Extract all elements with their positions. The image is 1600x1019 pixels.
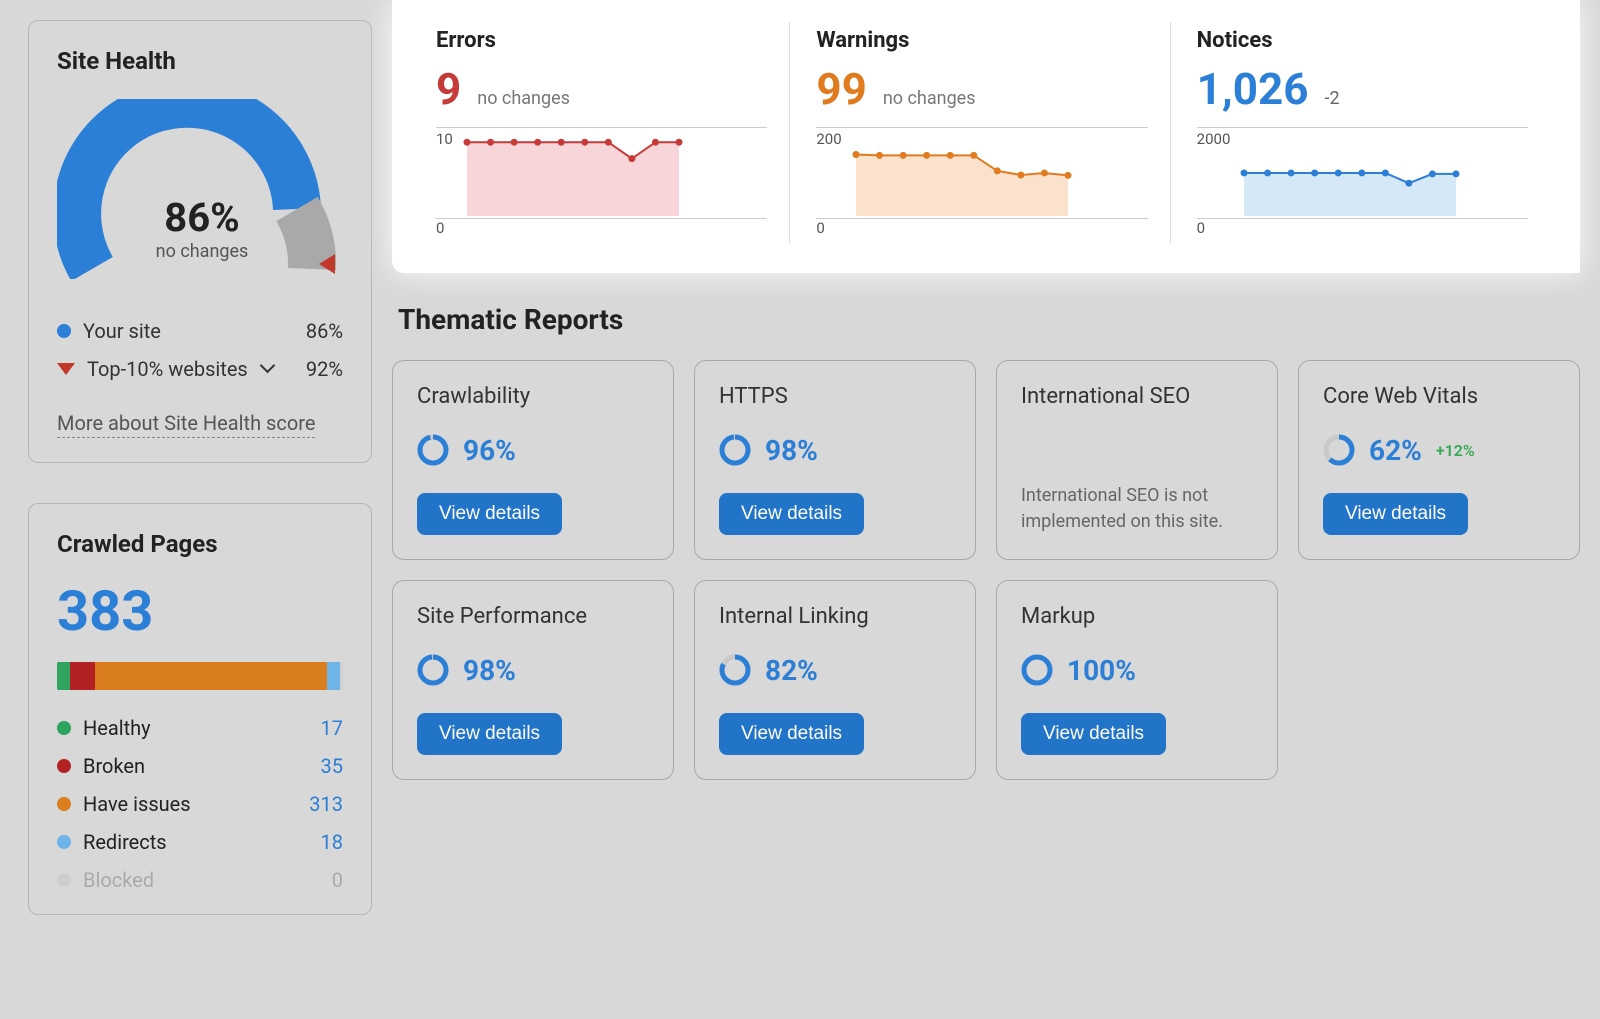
bar-segment — [70, 662, 96, 690]
card-score: 82% — [765, 654, 818, 687]
triangle-icon — [57, 363, 75, 375]
bar-segment — [57, 662, 70, 690]
warnings-sub: no changes — [883, 88, 976, 109]
crawled-status-value: 35 — [321, 754, 343, 778]
donut-icon — [719, 434, 751, 466]
errors-sub: no changes — [477, 88, 570, 109]
crawled-status-value: 17 — [321, 716, 343, 740]
dot-icon — [57, 324, 71, 338]
thematic-card: HTTPS 98% View details — [694, 360, 976, 560]
donut-icon — [719, 654, 751, 686]
view-details-button[interactable]: View details — [1021, 713, 1166, 755]
card-delta: +12% — [1436, 441, 1475, 460]
errors-title: Errors — [436, 28, 767, 53]
crawled-status-row[interactable]: Broken 35 — [57, 754, 343, 778]
card-score: 98% — [463, 654, 516, 687]
warnings-sparkline: 200 0 — [816, 127, 1147, 237]
site-health-more-link[interactable]: More about Site Health score — [57, 411, 315, 438]
legend-your-site: Your site 86% — [57, 319, 343, 343]
site-health-sub: no changes — [57, 241, 347, 262]
legend-top-sites[interactable]: Top-10% websites 92% — [57, 357, 343, 381]
crawled-status-value: 18 — [321, 830, 343, 854]
notices-value: 1,026 — [1197, 63, 1309, 115]
crawled-status-label: Broken — [83, 754, 145, 778]
card-title: HTTPS — [719, 383, 951, 412]
crawled-pages-bar — [57, 662, 343, 690]
card-title: International SEO — [1021, 383, 1253, 412]
thematic-card: International SEO International SEO is no… — [996, 360, 1278, 560]
view-details-button[interactable]: View details — [1323, 493, 1468, 535]
warnings-panel[interactable]: Warnings 99 no changes 200 0 — [789, 22, 1169, 243]
card-score: 100% — [1067, 654, 1136, 687]
card-title: Core Web Vitals — [1323, 383, 1555, 412]
thematic-reports-title: Thematic Reports — [398, 303, 1580, 336]
bar-segment — [340, 662, 343, 690]
site-health-panel: Site Health 86% no changes Your site — [28, 20, 372, 463]
thematic-card: Markup 100% View details — [996, 580, 1278, 780]
notices-panel[interactable]: Notices 1,026 -2 2000 0 — [1170, 22, 1550, 243]
card-title: Internal Linking — [719, 603, 951, 632]
crawled-status-value: 313 — [309, 792, 343, 816]
dot-icon — [57, 759, 71, 773]
errors-value: 9 — [436, 63, 461, 115]
card-score: 96% — [463, 434, 516, 467]
card-title: Markup — [1021, 603, 1253, 632]
dot-icon — [57, 873, 71, 887]
crawled-status-row[interactable]: Blocked 0 — [57, 868, 343, 892]
crawled-status-label: Healthy — [83, 716, 151, 740]
card-message: International SEO is not implemented on … — [1021, 483, 1253, 535]
notices-delta: -2 — [1324, 88, 1339, 109]
bar-segment — [95, 662, 326, 690]
notices-sparkline: 2000 0 — [1197, 127, 1528, 237]
crawled-status-row[interactable]: Redirects 18 — [57, 830, 343, 854]
donut-icon — [1323, 434, 1355, 466]
chevron-down-icon — [260, 360, 274, 374]
errors-panel[interactable]: Errors 9 no changes 10 0 — [422, 22, 789, 243]
crawled-pages-title: Crawled Pages — [57, 530, 343, 558]
warnings-value: 99 — [816, 63, 867, 115]
notices-title: Notices — [1197, 28, 1528, 53]
view-details-button[interactable]: View details — [417, 493, 562, 535]
view-details-button[interactable]: View details — [417, 713, 562, 755]
crawled-status-label: Blocked — [83, 868, 154, 892]
dot-icon — [57, 835, 71, 849]
card-title: Site Performance — [417, 603, 649, 632]
crawled-status-label: Redirects — [83, 830, 167, 854]
view-details-button[interactable]: View details — [719, 713, 864, 755]
thematic-card: Site Performance 98% View details — [392, 580, 674, 780]
warnings-title: Warnings — [816, 28, 1147, 53]
card-score: 62% — [1369, 434, 1422, 467]
site-health-gauge: 86% no changes — [57, 99, 347, 279]
donut-icon — [1021, 654, 1053, 686]
errors-sparkline: 10 0 — [436, 127, 767, 237]
crawled-status-value: 0 — [332, 868, 343, 892]
dot-icon — [57, 721, 71, 735]
crawled-pages-total: 383 — [57, 578, 343, 644]
donut-icon — [417, 654, 449, 686]
view-details-button[interactable]: View details — [719, 493, 864, 535]
crawled-status-label: Have issues — [83, 792, 191, 816]
crawled-status-row[interactable]: Have issues 313 — [57, 792, 343, 816]
thematic-card: Internal Linking 82% View details — [694, 580, 976, 780]
card-score: 98% — [765, 434, 818, 467]
bar-segment — [327, 662, 340, 690]
thematic-card: Core Web Vitals 62% +12% View details — [1298, 360, 1580, 560]
site-health-score: 86% — [57, 194, 347, 241]
crawled-pages-panel: Crawled Pages 383 Healthy 17 Broken 35 Have … — [28, 503, 372, 915]
card-title: Crawlability — [417, 383, 649, 412]
site-health-title: Site Health — [57, 47, 343, 75]
thematic-card: Crawlability 96% View details — [392, 360, 674, 560]
dot-icon — [57, 797, 71, 811]
crawled-status-row[interactable]: Healthy 17 — [57, 716, 343, 740]
issues-strip: Errors 9 no changes 10 0 Warnings 99 no … — [392, 0, 1580, 273]
donut-icon — [417, 434, 449, 466]
